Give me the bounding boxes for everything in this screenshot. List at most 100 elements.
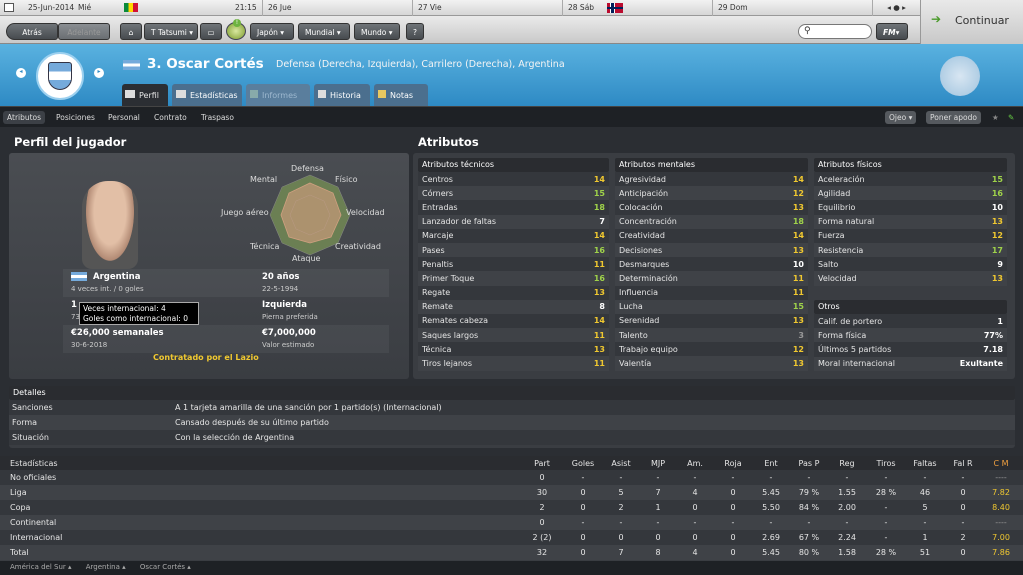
breadcrumb-nation[interactable]: Argentina — [86, 563, 120, 571]
attribute-row[interactable]: Velocidad 13 — [814, 271, 1007, 286]
attribute-row[interactable]: Córners 15 — [418, 186, 609, 201]
attribute-row[interactable]: Remates cabeza 14 — [418, 313, 609, 329]
manager-menu[interactable]: T Tatsumi ▾ — [144, 23, 198, 40]
attribute-row[interactable]: Moral internacional Exultante — [814, 356, 1007, 371]
fm-menu[interactable]: FM▾ — [876, 23, 908, 40]
attribute-row[interactable]: Agresividad 14 — [615, 172, 808, 187]
stats-column-header[interactable]: Asist — [602, 459, 640, 468]
attribute-row[interactable]: Últimos 5 partidos 7.18 — [814, 342, 1007, 357]
attribute-row[interactable]: Trabajo equipo 12 — [615, 342, 808, 357]
attribute-row[interactable]: Serenidad 13 — [615, 313, 808, 329]
player-nation[interactable]: Argentina — [93, 272, 140, 282]
inbox-button[interactable]: ▭ — [200, 23, 222, 40]
attribute-row[interactable]: Fuerza 12 — [814, 228, 1007, 243]
breadcrumb-player[interactable]: Oscar Cortés — [140, 563, 185, 571]
subtab-posiciones[interactable]: Posiciones — [52, 111, 99, 124]
stats-column-header[interactable]: Am. — [676, 459, 714, 468]
mundial-menu[interactable]: Mundial ▾ — [298, 23, 350, 40]
edit-icon[interactable]: ✎ — [1004, 111, 1018, 124]
attribute-row[interactable]: Pases 16 — [418, 242, 609, 258]
nickname-button[interactable]: Poner apodo — [926, 111, 981, 124]
calendar-nav-icon[interactable]: ◂ ● ▸ — [887, 3, 906, 12]
stats-column-header[interactable]: Fal R — [944, 459, 982, 468]
attribute-row[interactable]: Forma natural 13 — [814, 214, 1007, 229]
attribute-row[interactable]: Talento 3 — [615, 328, 808, 343]
contract-club[interactable]: Contratado por el Lazio — [153, 353, 259, 362]
chevron-up-icon[interactable]: ▴ — [122, 563, 126, 571]
tab-informes[interactable]: Informes — [246, 84, 310, 106]
attribute-row[interactable]: Técnica 13 — [418, 342, 609, 357]
attribute-row[interactable]: Desmarques 10 — [615, 257, 808, 272]
stats-row[interactable]: Total 32 0 7 8 4 0 5.45 80 % 1.58 28 % 51 0 7.86 — [0, 545, 1023, 560]
attribute-row[interactable]: Remate 8 — [418, 299, 609, 314]
back-button[interactable]: Atrás — [6, 23, 58, 40]
subtab-atributos[interactable]: Atributos — [3, 111, 46, 124]
attribute-row[interactable]: Creatividad 14 — [615, 228, 808, 243]
attribute-row[interactable]: Tiros lejanos 11 — [418, 356, 609, 371]
attribute-row[interactable]: Calif. de portero 1 — [814, 314, 1007, 329]
attribute-row[interactable]: Penaltis 11 — [418, 257, 609, 272]
subtab-personal[interactable]: Personal — [104, 111, 144, 124]
world-menu[interactable]: Mundo ▾ — [354, 23, 400, 40]
attribute-row[interactable]: Salto 9 — [814, 257, 1007, 272]
chevron-up-icon[interactable]: ▴ — [68, 563, 72, 571]
stats-column-header[interactable]: Ent — [752, 459, 790, 468]
star-icon[interactable]: ★ — [988, 111, 1003, 124]
next-player-button[interactable]: ▸ — [94, 68, 104, 78]
stats-row[interactable]: No oficiales 0- - - - - - - - - - - ---- — [0, 470, 1023, 485]
japan-menu[interactable]: Japón ▾ — [250, 23, 294, 40]
attribute-row[interactable]: Forma física 77% — [814, 328, 1007, 343]
tab-estadisticas[interactable]: Estadísticas — [172, 84, 242, 106]
attribute-row[interactable]: Equilibrio 10 — [814, 200, 1007, 215]
day-28[interactable]: 28 Sáb — [562, 0, 712, 16]
attribute-row[interactable]: Primer Toque 16 — [418, 271, 609, 286]
attribute-row[interactable]: Marcaje 14 — [418, 228, 609, 243]
attribute-row[interactable]: Saques largos 11 — [418, 328, 609, 343]
attribute-row[interactable]: Determinación 11 — [615, 271, 808, 286]
stats-column-header[interactable]: Tiros — [866, 459, 906, 468]
stats-column-header[interactable]: Reg — [828, 459, 866, 468]
attribute-row[interactable]: Colocación 13 — [615, 200, 808, 215]
stats-row[interactable]: Copa 2 0 2 1 0 0 5.50 84 % 2.00 - 5 0 8.40 — [0, 500, 1023, 515]
attribute-row[interactable]: Concentración 18 — [615, 214, 808, 229]
tab-perfil[interactable]: Perfil — [122, 84, 168, 106]
subtab-traspaso[interactable]: Traspaso — [197, 111, 238, 124]
attribute-row[interactable]: Influencia 11 — [615, 285, 808, 300]
search-input[interactable]: ⚲ — [798, 24, 872, 39]
attribute-row[interactable]: Aceleración 15 — [814, 172, 1007, 187]
attribute-row[interactable]: Resistencia 17 — [814, 242, 1007, 258]
prev-player-button[interactable]: ◂ — [16, 68, 26, 78]
help-button[interactable]: ? — [406, 23, 424, 40]
stats-row[interactable]: Liga 30 0 5 7 4 0 5.45 79 % 1.55 28 % 46 0 7.82 — [0, 485, 1023, 500]
subtab-contrato[interactable]: Contrato — [150, 111, 191, 124]
attribute-row[interactable]: Regate 13 — [418, 285, 609, 300]
ojeo-button[interactable]: Ojeo ▾ — [885, 111, 917, 124]
attribute-row[interactable]: Valentía 13 — [615, 356, 808, 371]
continue-button[interactable]: ➔ Continuar — [920, 0, 1023, 44]
attribute-row[interactable]: Entradas 18 — [418, 200, 609, 215]
attribute-row[interactable]: Agilidad 16 — [814, 186, 1007, 201]
stats-column-header[interactable]: Part — [520, 459, 564, 468]
day-27[interactable]: 27 Vie — [412, 0, 562, 16]
attribute-row[interactable]: Decisiones 13 — [615, 242, 808, 258]
notification-button[interactable]: ! — [226, 19, 246, 40]
tab-historia[interactable]: Historia — [314, 84, 370, 106]
attribute-row[interactable]: Anticipación 12 — [615, 186, 808, 201]
chevron-up-icon[interactable]: ▴ — [187, 563, 191, 571]
stats-column-header[interactable]: Faltas — [906, 459, 944, 468]
forward-button[interactable]: Adelante — [58, 23, 110, 40]
stats-column-header[interactable]: Goles — [564, 459, 602, 468]
stats-row[interactable]: Internacional 2 (2) 0 0 0 0 0 2.69 67 % 2.24 - 1 2 7.… — [0, 530, 1023, 545]
calendar-icon[interactable] — [4, 3, 14, 12]
breadcrumb-continent[interactable]: América del Sur — [10, 563, 66, 571]
home-button[interactable]: ⌂ — [120, 23, 142, 40]
stats-column-header[interactable]: MJP — [640, 459, 676, 468]
attribute-row[interactable]: Centros 14 — [418, 172, 609, 187]
calendar-nav[interactable]: ◂ ● ▸ — [872, 0, 920, 16]
stats-row[interactable]: Continental 0- - - - - - - - - - - ---- — [0, 515, 1023, 530]
day-29[interactable]: 29 Dom — [712, 0, 872, 16]
tab-notas[interactable]: Notas — [374, 84, 428, 106]
day-26[interactable]: 26 Jue — [262, 0, 412, 16]
attribute-row[interactable]: Lucha 15 — [615, 299, 808, 314]
stats-column-header[interactable]: Roja — [714, 459, 752, 468]
